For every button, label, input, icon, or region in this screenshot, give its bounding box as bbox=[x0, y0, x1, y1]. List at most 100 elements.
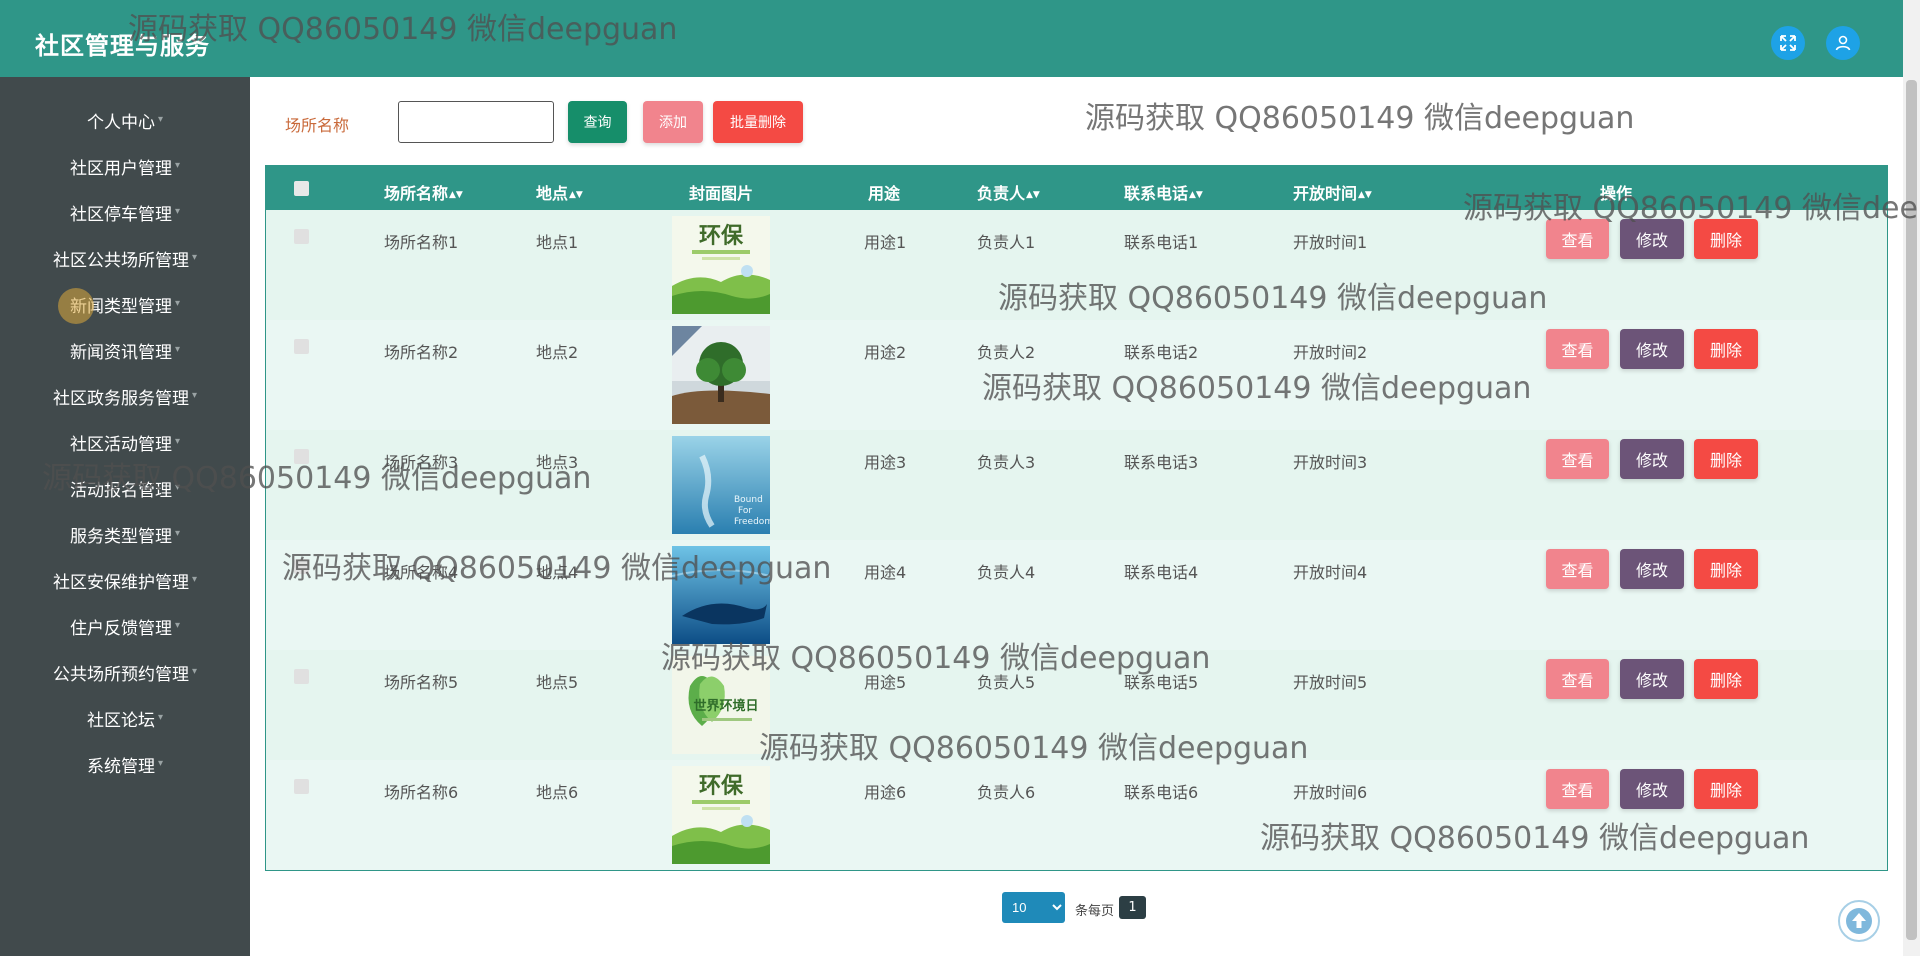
user-icon bbox=[1835, 35, 1851, 51]
watermark-text: 源码获取 QQ86050149 微信deepguan bbox=[1085, 101, 1635, 136]
chevron-down-icon: ▾ bbox=[174, 527, 181, 539]
add-button[interactable]: 添加 bbox=[643, 101, 703, 143]
sidebar-item[interactable]: 社区用户管理 ▾ bbox=[0, 146, 250, 186]
edit-button[interactable]: 修改 bbox=[1620, 659, 1684, 699]
cover-image[interactable] bbox=[672, 326, 770, 424]
top-header: 社区管理与服务 bbox=[0, 0, 1920, 77]
cover-image[interactable]: 环保 bbox=[672, 216, 770, 314]
column-header-open-time[interactable]: 开放时间▲▼ bbox=[1293, 180, 1372, 204]
sidebar-item-label: 住户反馈管理 bbox=[69, 618, 172, 639]
table-row: 场所名称5 地点5 世界环境日 用途5 负责人5 联系电话5 开放时间5 查看 修改 删除 bbox=[266, 650, 1887, 760]
table-row: 场所名称4 地点4 用途4 负责人4 联系电话4 开放时间4 查看 修改 删除 bbox=[266, 540, 1887, 650]
select-all-checkbox[interactable] bbox=[294, 181, 309, 196]
cover-image[interactable] bbox=[671, 546, 771, 644]
delete-button[interactable]: 删除 bbox=[1694, 659, 1758, 699]
expand-icon bbox=[1780, 35, 1796, 51]
sort-icon[interactable]: ▲▼ bbox=[449, 190, 463, 200]
cell-manager: 负责人6 bbox=[977, 783, 1036, 802]
delete-button[interactable]: 删除 bbox=[1694, 439, 1758, 479]
delete-button[interactable]: 删除 bbox=[1694, 219, 1758, 259]
sidebar-item[interactable]: 新闻资讯管理 ▾ bbox=[0, 330, 250, 370]
sidebar-item[interactable]: 社区安保维护管理 ▾ bbox=[0, 560, 250, 600]
delete-button[interactable]: 删除 bbox=[1694, 329, 1758, 369]
edit-button[interactable]: 修改 bbox=[1620, 219, 1684, 259]
sidebar-item-label: 公共场所预约管理 bbox=[52, 664, 189, 685]
sidebar-item[interactable]: 社区政务服务管理 ▾ bbox=[0, 376, 250, 416]
sidebar-item[interactable]: 个人中心 ▾ bbox=[0, 100, 250, 140]
column-header-manager[interactable]: 负责人▲▼ bbox=[977, 180, 1040, 204]
row-checkbox[interactable] bbox=[294, 669, 309, 684]
sidebar-item[interactable]: 活动报名管理 ▾ bbox=[0, 468, 250, 508]
user-button[interactable] bbox=[1826, 26, 1860, 60]
query-button[interactable]: 查询 bbox=[568, 101, 627, 143]
column-header-location[interactable]: 地点▲▼ bbox=[536, 180, 583, 204]
table-row: 场所名称2 地点2 用途2 负责人2 联系电话2 开放时间2 查看 修改 删除 bbox=[266, 320, 1887, 430]
svg-text:环保: 环保 bbox=[699, 224, 744, 249]
sidebar-item[interactable]: 住户反馈管理 ▾ bbox=[0, 606, 250, 646]
fullscreen-button[interactable] bbox=[1771, 26, 1805, 60]
cell-name: 场所名称6 bbox=[384, 783, 459, 802]
edit-button[interactable]: 修改 bbox=[1620, 549, 1684, 589]
chevron-down-icon: ▾ bbox=[174, 435, 181, 447]
cell-usage: 用途5 bbox=[864, 673, 907, 692]
sidebar-item[interactable]: 社区公共场所管理 ▾ bbox=[0, 238, 250, 278]
cell-open-time: 开放时间6 bbox=[1293, 783, 1368, 802]
delete-button[interactable]: 删除 bbox=[1694, 549, 1758, 589]
sidebar-item[interactable]: 社区活动管理 ▾ bbox=[0, 422, 250, 462]
sort-icon[interactable]: ▲▼ bbox=[1189, 190, 1203, 200]
sort-icon[interactable]: ▲▼ bbox=[1358, 190, 1372, 200]
delete-button[interactable]: 删除 bbox=[1694, 769, 1758, 809]
sort-icon[interactable]: ▲▼ bbox=[1026, 190, 1040, 200]
view-button[interactable]: 查看 bbox=[1546, 769, 1609, 809]
page-size-select[interactable]: 10 bbox=[1002, 892, 1065, 923]
row-checkbox[interactable] bbox=[294, 449, 309, 464]
table-header: 场所名称▲▼ 地点▲▼ 封面图片 用途 负责人▲▼ 联系电话▲▼ 开放时间▲▼ … bbox=[266, 166, 1887, 210]
edit-button[interactable]: 修改 bbox=[1620, 769, 1684, 809]
column-header-usage: 用途 bbox=[868, 184, 901, 203]
row-checkbox[interactable] bbox=[294, 559, 309, 574]
search-input[interactable] bbox=[398, 101, 554, 143]
cell-usage: 用途1 bbox=[864, 233, 907, 252]
column-header-name[interactable]: 场所名称▲▼ bbox=[384, 180, 463, 204]
view-button[interactable]: 查看 bbox=[1546, 549, 1609, 589]
scrollbar-thumb[interactable] bbox=[1906, 80, 1917, 940]
view-button[interactable]: 查看 bbox=[1546, 659, 1609, 699]
view-button[interactable]: 查看 bbox=[1546, 439, 1609, 479]
page-button-current[interactable]: 1 bbox=[1119, 896, 1146, 919]
table-row: 场所名称6 地点6 环保 用途6 负责人6 联系电话6 开放时间6 查看 修改 删除 bbox=[266, 760, 1887, 870]
back-to-top-button[interactable] bbox=[1838, 900, 1880, 942]
view-button[interactable]: 查看 bbox=[1546, 219, 1609, 259]
sidebar-item[interactable]: 系统管理 ▾ bbox=[0, 744, 250, 784]
cell-location: 地点3 bbox=[536, 453, 579, 472]
view-button[interactable]: 查看 bbox=[1546, 329, 1609, 369]
svg-text:For: For bbox=[738, 506, 752, 516]
sidebar-item[interactable]: 新闻类型管理 ▾ bbox=[0, 284, 250, 324]
cell-name: 场所名称5 bbox=[384, 673, 459, 692]
sidebar-item[interactable]: 社区论坛 ▾ bbox=[0, 698, 250, 738]
sidebar-item-label: 社区安保维护管理 bbox=[52, 572, 189, 593]
sort-icon[interactable]: ▲▼ bbox=[569, 190, 583, 200]
sidebar-item-label: 社区公共场所管理 bbox=[52, 250, 189, 271]
cell-open-time: 开放时间4 bbox=[1293, 563, 1368, 582]
batch-delete-button[interactable]: 批量删除 bbox=[713, 101, 803, 143]
sidebar-item[interactable]: 社区停车管理 ▾ bbox=[0, 192, 250, 232]
edit-button[interactable]: 修改 bbox=[1620, 329, 1684, 369]
column-header-phone[interactable]: 联系电话▲▼ bbox=[1124, 180, 1203, 204]
sidebar-item[interactable]: 服务类型管理 ▾ bbox=[0, 514, 250, 554]
cell-open-time: 开放时间3 bbox=[1293, 453, 1368, 472]
chevron-down-icon: ▾ bbox=[157, 711, 164, 723]
row-checkbox[interactable] bbox=[294, 779, 309, 794]
cover-image[interactable]: 世界环境日 bbox=[672, 656, 770, 754]
cover-image[interactable]: 环保 bbox=[672, 766, 770, 864]
svg-text:世界环境日: 世界环境日 bbox=[693, 698, 758, 714]
cover-image[interactable]: Bound For Freedom bbox=[672, 436, 773, 534]
edit-button[interactable]: 修改 bbox=[1620, 439, 1684, 479]
cell-location: 地点5 bbox=[536, 673, 579, 692]
cell-phone: 联系电话1 bbox=[1124, 233, 1199, 252]
app-title: 社区管理与服务 bbox=[35, 32, 210, 60]
cell-phone: 联系电话2 bbox=[1124, 343, 1199, 362]
row-checkbox[interactable] bbox=[294, 229, 309, 244]
cell-phone: 联系电话6 bbox=[1124, 783, 1199, 802]
sidebar-item[interactable]: 公共场所预约管理 ▾ bbox=[0, 652, 250, 692]
row-checkbox[interactable] bbox=[294, 339, 309, 354]
